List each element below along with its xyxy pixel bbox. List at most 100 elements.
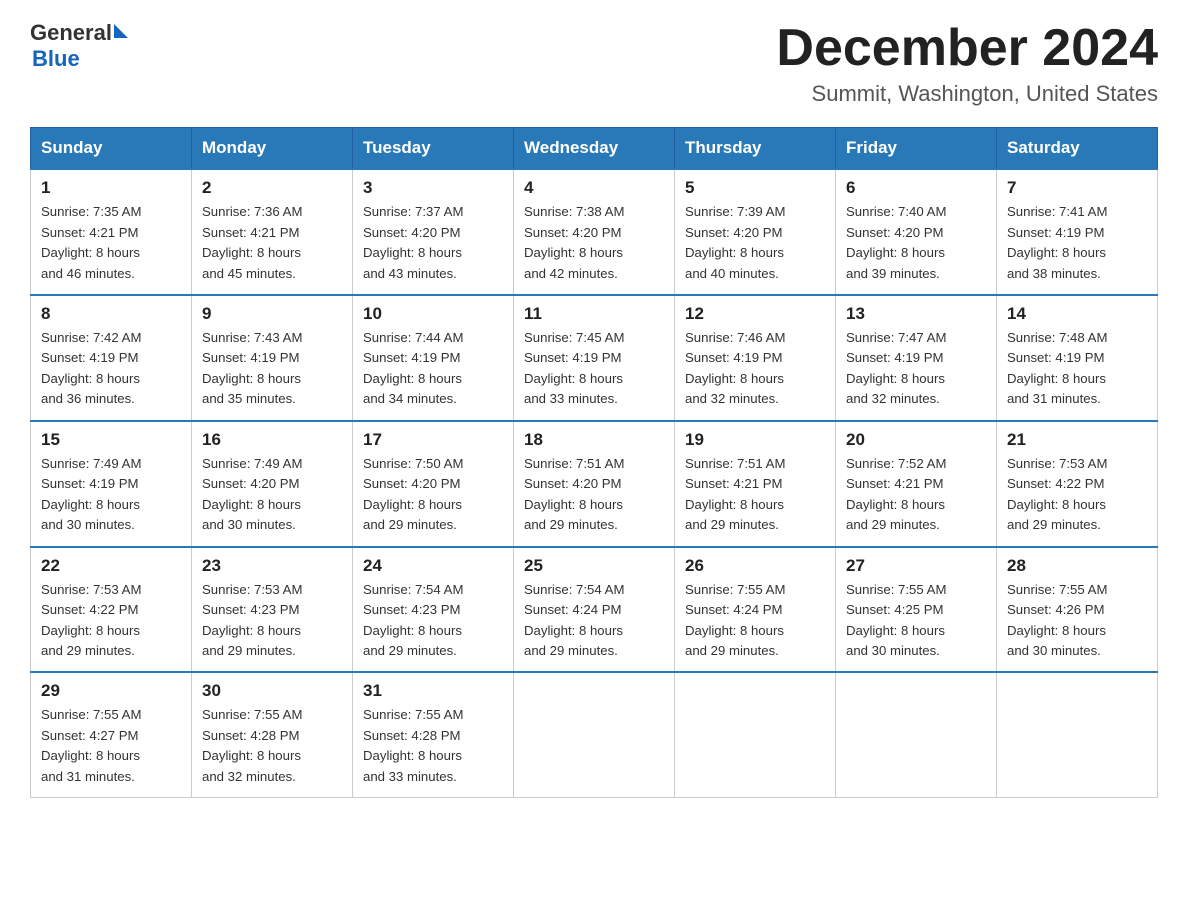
day-info: Sunrise: 7:53 AM Sunset: 4:22 PM Dayligh… [1007, 454, 1147, 536]
day-info: Sunrise: 7:43 AM Sunset: 4:19 PM Dayligh… [202, 328, 342, 410]
column-header-saturday: Saturday [997, 128, 1158, 170]
calendar-cell: 9 Sunrise: 7:43 AM Sunset: 4:19 PM Dayli… [192, 295, 353, 421]
calendar-cell: 30 Sunrise: 7:55 AM Sunset: 4:28 PM Dayl… [192, 672, 353, 797]
day-info: Sunrise: 7:51 AM Sunset: 4:20 PM Dayligh… [524, 454, 664, 536]
day-number: 23 [202, 556, 342, 576]
day-number: 16 [202, 430, 342, 450]
day-number: 10 [363, 304, 503, 324]
day-number: 13 [846, 304, 986, 324]
calendar-header-row: SundayMondayTuesdayWednesdayThursdayFrid… [31, 128, 1158, 170]
calendar-subtitle: Summit, Washington, United States [776, 81, 1158, 107]
calendar-cell [514, 672, 675, 797]
day-info: Sunrise: 7:44 AM Sunset: 4:19 PM Dayligh… [363, 328, 503, 410]
calendar-cell: 21 Sunrise: 7:53 AM Sunset: 4:22 PM Dayl… [997, 421, 1158, 547]
calendar-cell: 20 Sunrise: 7:52 AM Sunset: 4:21 PM Dayl… [836, 421, 997, 547]
calendar-cell: 2 Sunrise: 7:36 AM Sunset: 4:21 PM Dayli… [192, 169, 353, 295]
calendar-cell: 1 Sunrise: 7:35 AM Sunset: 4:21 PM Dayli… [31, 169, 192, 295]
calendar-cell: 10 Sunrise: 7:44 AM Sunset: 4:19 PM Dayl… [353, 295, 514, 421]
day-number: 1 [41, 178, 181, 198]
calendar-cell: 31 Sunrise: 7:55 AM Sunset: 4:28 PM Dayl… [353, 672, 514, 797]
day-info: Sunrise: 7:54 AM Sunset: 4:24 PM Dayligh… [524, 580, 664, 662]
day-number: 18 [524, 430, 664, 450]
day-info: Sunrise: 7:55 AM Sunset: 4:25 PM Dayligh… [846, 580, 986, 662]
calendar-cell: 15 Sunrise: 7:49 AM Sunset: 4:19 PM Dayl… [31, 421, 192, 547]
calendar-cell: 7 Sunrise: 7:41 AM Sunset: 4:19 PM Dayli… [997, 169, 1158, 295]
day-number: 8 [41, 304, 181, 324]
calendar-cell: 22 Sunrise: 7:53 AM Sunset: 4:22 PM Dayl… [31, 547, 192, 673]
day-info: Sunrise: 7:49 AM Sunset: 4:20 PM Dayligh… [202, 454, 342, 536]
calendar-week-row: 8 Sunrise: 7:42 AM Sunset: 4:19 PM Dayli… [31, 295, 1158, 421]
day-number: 26 [685, 556, 825, 576]
day-info: Sunrise: 7:55 AM Sunset: 4:28 PM Dayligh… [363, 705, 503, 787]
calendar-cell: 12 Sunrise: 7:46 AM Sunset: 4:19 PM Dayl… [675, 295, 836, 421]
calendar-cell: 6 Sunrise: 7:40 AM Sunset: 4:20 PM Dayli… [836, 169, 997, 295]
calendar-cell: 27 Sunrise: 7:55 AM Sunset: 4:25 PM Dayl… [836, 547, 997, 673]
calendar-cell [675, 672, 836, 797]
day-info: Sunrise: 7:37 AM Sunset: 4:20 PM Dayligh… [363, 202, 503, 284]
calendar-cell: 26 Sunrise: 7:55 AM Sunset: 4:24 PM Dayl… [675, 547, 836, 673]
day-info: Sunrise: 7:46 AM Sunset: 4:19 PM Dayligh… [685, 328, 825, 410]
calendar-cell [997, 672, 1158, 797]
day-info: Sunrise: 7:53 AM Sunset: 4:23 PM Dayligh… [202, 580, 342, 662]
day-number: 2 [202, 178, 342, 198]
column-header-sunday: Sunday [31, 128, 192, 170]
day-number: 19 [685, 430, 825, 450]
day-info: Sunrise: 7:39 AM Sunset: 4:20 PM Dayligh… [685, 202, 825, 284]
calendar-cell: 14 Sunrise: 7:48 AM Sunset: 4:19 PM Dayl… [997, 295, 1158, 421]
day-number: 24 [363, 556, 503, 576]
column-header-monday: Monday [192, 128, 353, 170]
column-header-thursday: Thursday [675, 128, 836, 170]
day-info: Sunrise: 7:50 AM Sunset: 4:20 PM Dayligh… [363, 454, 503, 536]
day-number: 4 [524, 178, 664, 198]
day-info: Sunrise: 7:45 AM Sunset: 4:19 PM Dayligh… [524, 328, 664, 410]
day-info: Sunrise: 7:38 AM Sunset: 4:20 PM Dayligh… [524, 202, 664, 284]
calendar-cell: 18 Sunrise: 7:51 AM Sunset: 4:20 PM Dayl… [514, 421, 675, 547]
calendar-cell: 4 Sunrise: 7:38 AM Sunset: 4:20 PM Dayli… [514, 169, 675, 295]
calendar-cell: 3 Sunrise: 7:37 AM Sunset: 4:20 PM Dayli… [353, 169, 514, 295]
page-header: General Blue December 2024 Summit, Washi… [30, 20, 1158, 107]
day-info: Sunrise: 7:47 AM Sunset: 4:19 PM Dayligh… [846, 328, 986, 410]
logo-general-text: General [30, 20, 112, 46]
calendar-week-row: 1 Sunrise: 7:35 AM Sunset: 4:21 PM Dayli… [31, 169, 1158, 295]
day-number: 25 [524, 556, 664, 576]
day-number: 11 [524, 304, 664, 324]
day-info: Sunrise: 7:52 AM Sunset: 4:21 PM Dayligh… [846, 454, 986, 536]
day-number: 21 [1007, 430, 1147, 450]
calendar-cell: 13 Sunrise: 7:47 AM Sunset: 4:19 PM Dayl… [836, 295, 997, 421]
title-area: December 2024 Summit, Washington, United… [776, 20, 1158, 107]
logo-triangle-icon [114, 24, 128, 38]
column-header-tuesday: Tuesday [353, 128, 514, 170]
calendar-cell: 5 Sunrise: 7:39 AM Sunset: 4:20 PM Dayli… [675, 169, 836, 295]
day-info: Sunrise: 7:53 AM Sunset: 4:22 PM Dayligh… [41, 580, 181, 662]
day-number: 22 [41, 556, 181, 576]
day-number: 27 [846, 556, 986, 576]
day-number: 29 [41, 681, 181, 701]
calendar-cell: 25 Sunrise: 7:54 AM Sunset: 4:24 PM Dayl… [514, 547, 675, 673]
calendar-cell: 16 Sunrise: 7:49 AM Sunset: 4:20 PM Dayl… [192, 421, 353, 547]
day-info: Sunrise: 7:55 AM Sunset: 4:26 PM Dayligh… [1007, 580, 1147, 662]
day-number: 31 [363, 681, 503, 701]
logo: General Blue [30, 20, 128, 72]
day-number: 6 [846, 178, 986, 198]
day-number: 5 [685, 178, 825, 198]
day-info: Sunrise: 7:55 AM Sunset: 4:24 PM Dayligh… [685, 580, 825, 662]
day-info: Sunrise: 7:36 AM Sunset: 4:21 PM Dayligh… [202, 202, 342, 284]
calendar-cell: 24 Sunrise: 7:54 AM Sunset: 4:23 PM Dayl… [353, 547, 514, 673]
day-info: Sunrise: 7:55 AM Sunset: 4:27 PM Dayligh… [41, 705, 181, 787]
calendar-cell: 28 Sunrise: 7:55 AM Sunset: 4:26 PM Dayl… [997, 547, 1158, 673]
day-info: Sunrise: 7:41 AM Sunset: 4:19 PM Dayligh… [1007, 202, 1147, 284]
day-info: Sunrise: 7:48 AM Sunset: 4:19 PM Dayligh… [1007, 328, 1147, 410]
day-number: 14 [1007, 304, 1147, 324]
calendar-cell: 29 Sunrise: 7:55 AM Sunset: 4:27 PM Dayl… [31, 672, 192, 797]
logo-blue-text: Blue [32, 46, 128, 72]
day-info: Sunrise: 7:42 AM Sunset: 4:19 PM Dayligh… [41, 328, 181, 410]
calendar-cell: 23 Sunrise: 7:53 AM Sunset: 4:23 PM Dayl… [192, 547, 353, 673]
day-info: Sunrise: 7:49 AM Sunset: 4:19 PM Dayligh… [41, 454, 181, 536]
calendar-title: December 2024 [776, 20, 1158, 77]
day-number: 7 [1007, 178, 1147, 198]
calendar-week-row: 29 Sunrise: 7:55 AM Sunset: 4:27 PM Dayl… [31, 672, 1158, 797]
day-info: Sunrise: 7:54 AM Sunset: 4:23 PM Dayligh… [363, 580, 503, 662]
column-header-friday: Friday [836, 128, 997, 170]
day-number: 30 [202, 681, 342, 701]
column-header-wednesday: Wednesday [514, 128, 675, 170]
